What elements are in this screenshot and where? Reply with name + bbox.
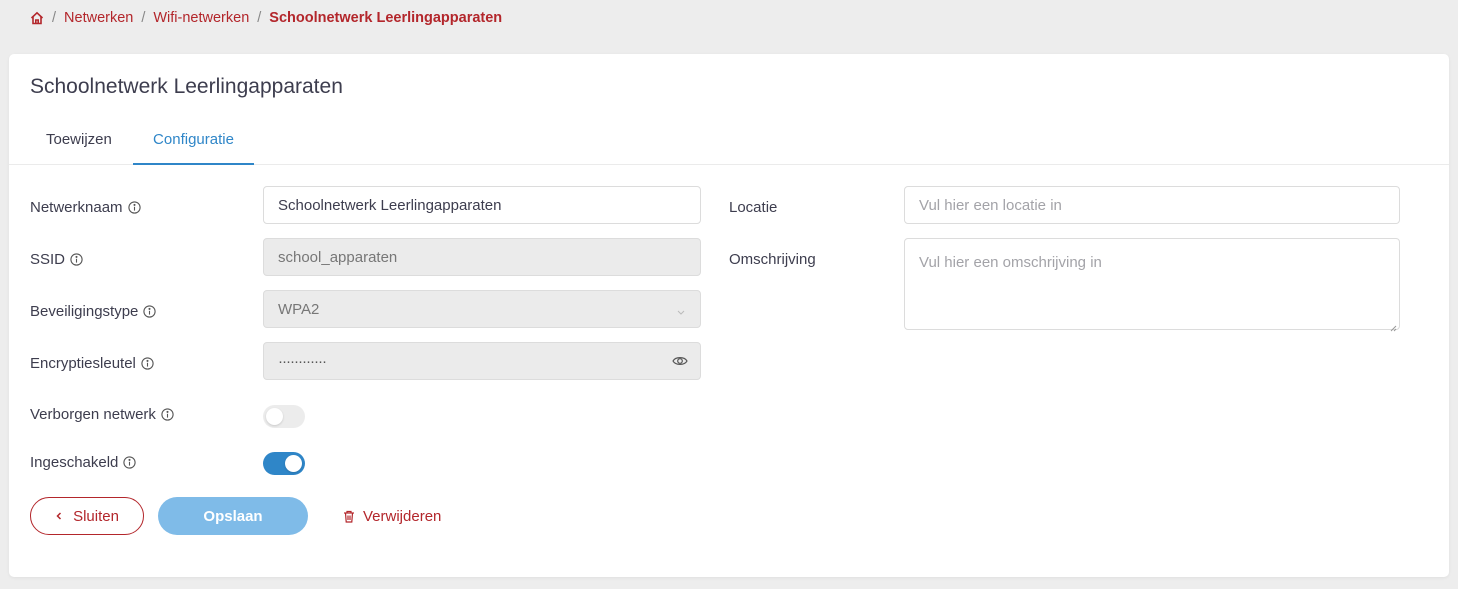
breadcrumb: / Netwerken / Wifi-netwerken / Schoolnet… (30, 8, 502, 28)
location-label-text: Locatie (729, 198, 778, 216)
info-icon[interactable] (123, 455, 137, 469)
close-button-label: Sluiten (73, 507, 119, 525)
location-label: Locatie (729, 197, 777, 217)
encryption-key-input: ············ (263, 342, 701, 380)
close-button[interactable]: Sluiten (30, 497, 144, 535)
trash-icon (343, 510, 355, 523)
toggle-knob (285, 455, 302, 472)
breadcrumb-current: Schoolnetwerk Leerlingapparaten (269, 10, 503, 26)
description-label-text: Omschrijving (729, 250, 816, 268)
encryption-key-value: ············ (278, 352, 327, 370)
enabled-label-text: Ingeschakeld (30, 453, 119, 471)
ssid-label: SSID (30, 249, 83, 269)
description-label: Omschrijving (729, 249, 816, 269)
breadcrumb-wifi-networks[interactable]: Wifi-netwerken (153, 10, 249, 26)
info-icon[interactable] (127, 200, 141, 214)
network-card: Schoolnetwerk Leerlingapparaten Toewijze… (9, 54, 1449, 577)
enabled-label: Ingeschakeld (30, 452, 137, 472)
network-name-input[interactable]: Schoolnetwerk Leerlingapparaten (263, 186, 701, 224)
info-icon[interactable] (70, 252, 83, 266)
breadcrumb-separator: / (141, 10, 146, 26)
hidden-network-label: Verborgen netwerk (30, 404, 174, 424)
ssid-value: school_apparaten (278, 248, 398, 266)
ssid-label-text: SSID (30, 250, 66, 268)
save-button[interactable]: Opslaan (158, 497, 308, 535)
security-type-label: Beveiligingstype (30, 301, 157, 321)
info-icon[interactable] (143, 304, 157, 318)
encryption-key-label: Encryptiesleutel (30, 353, 154, 373)
description-textarea[interactable]: Vul hier een omschrijving in (904, 238, 1400, 332)
info-icon[interactable] (161, 407, 174, 421)
security-type-value: WPA2 (278, 300, 320, 318)
chevron-left-icon (55, 511, 63, 521)
delete-button-label: Verwijderen (363, 507, 442, 525)
security-type-select: WPA2 (263, 290, 701, 328)
breadcrumb-separator: / (257, 10, 262, 26)
network-name-value: Schoolnetwerk Leerlingapparaten (278, 196, 502, 214)
enabled-toggle[interactable] (263, 452, 305, 475)
network-name-label: Netwerknaam (30, 197, 141, 217)
eye-icon[interactable] (672, 354, 688, 368)
breadcrumb-networks[interactable]: Netwerken (64, 10, 133, 26)
delete-button[interactable]: Verwijderen (343, 497, 453, 535)
home-icon[interactable] (30, 11, 44, 25)
encryption-key-label-text: Encryptiesleutel (30, 354, 136, 372)
info-icon[interactable] (141, 356, 154, 370)
hidden-network-toggle[interactable] (263, 405, 305, 428)
hidden-network-label-text: Verborgen netwerk (30, 405, 156, 423)
description-placeholder: Vul hier een omschrijving in (919, 254, 1102, 271)
location-input[interactable]: Vul hier een locatie in (904, 186, 1400, 224)
save-button-label: Opslaan (203, 507, 263, 525)
ssid-input: school_apparaten (263, 238, 701, 276)
chevron-down-icon (676, 304, 686, 315)
location-placeholder: Vul hier een locatie in (919, 196, 1062, 214)
tab-configuration[interactable]: Configuratie (133, 121, 254, 165)
security-type-label-text: Beveiligingstype (30, 302, 139, 320)
resize-grip-icon[interactable] (1389, 319, 1397, 332)
breadcrumb-separator: / (52, 10, 57, 26)
toggle-knob (266, 408, 283, 425)
tab-bar: Toewijzen Configuratie (9, 121, 1449, 165)
page-title: Schoolnetwerk Leerlingapparaten (30, 75, 343, 98)
network-name-label-text: Netwerknaam (30, 198, 123, 216)
